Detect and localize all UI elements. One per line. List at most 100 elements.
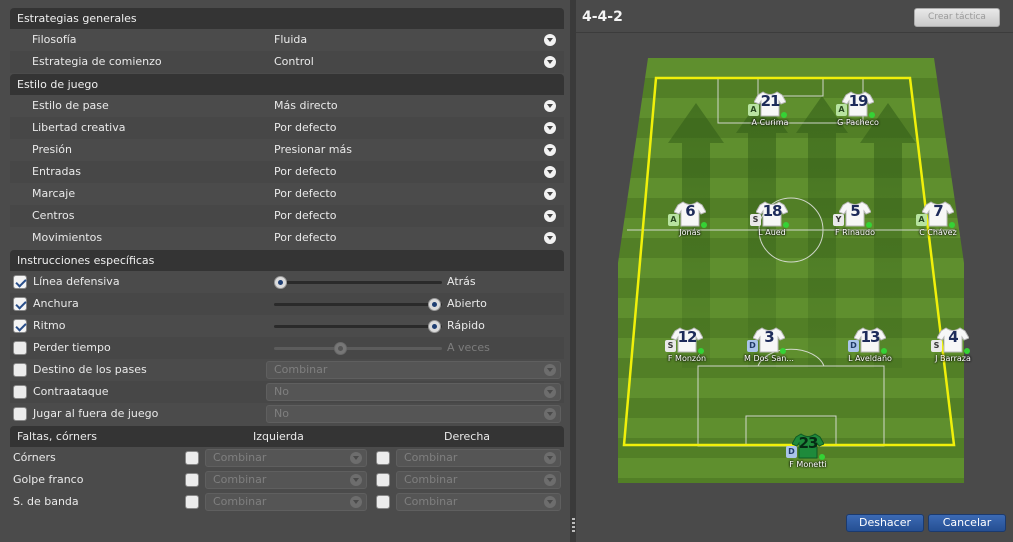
throw-in-right-checkbox[interactable] xyxy=(376,495,390,509)
tackling-value[interactable]: Por defecto xyxy=(274,161,336,183)
pass-style-row[interactable]: Estilo de pase Más directo xyxy=(10,95,564,117)
role-badge: Y xyxy=(833,214,844,226)
player-marker[interactable]: 4SJ Barraza xyxy=(923,327,983,373)
defensive-line-checkbox[interactable] xyxy=(13,275,27,289)
role-badge: S xyxy=(665,340,676,352)
player-marker[interactable]: 19 A G Pacheco xyxy=(828,91,888,137)
player-name: F Monzón xyxy=(667,354,707,363)
player-marker[interactable]: 3DM Dos San... xyxy=(739,327,799,373)
chevron-down-icon xyxy=(350,496,362,508)
movement-value[interactable]: Por defecto xyxy=(274,227,336,249)
corners-right-value: Combinar xyxy=(404,451,458,464)
throw-in-label: S. de banda xyxy=(13,495,79,508)
corners-right-checkbox[interactable] xyxy=(376,451,390,465)
player-marker[interactable]: 12 S F Monzón xyxy=(657,327,717,373)
pass-style-value[interactable]: Más directo xyxy=(274,95,338,117)
slider-knob[interactable] xyxy=(274,276,287,289)
player-name: Jonás xyxy=(679,228,701,237)
width-row: Anchura Abierto xyxy=(10,293,564,315)
start-strategy-value[interactable]: Control xyxy=(274,51,314,73)
formation-panel: 4-4-2 Crear táctica 21 A A Curima 19 A G… xyxy=(576,0,1013,542)
play-style-header: Estilo de juego xyxy=(10,74,564,95)
marking-value[interactable]: Por defecto xyxy=(274,183,336,205)
pressing-row[interactable]: Presión Presionar más xyxy=(10,139,564,161)
player-name: J Barraza xyxy=(935,354,971,363)
creative-freedom-label: Libertad creativa xyxy=(32,121,126,134)
tempo-row: Ritmo Rápido xyxy=(10,315,564,337)
chevron-down-icon xyxy=(544,386,556,398)
role-badge: D xyxy=(747,340,758,352)
tempo-slider[interactable] xyxy=(274,320,442,333)
header-divider xyxy=(576,32,1013,33)
player-marker[interactable]: 6 A Jonás xyxy=(660,201,720,247)
philosophy-row[interactable]: Filosofía Fluida xyxy=(10,29,564,51)
cancel-button[interactable]: Cancelar xyxy=(928,514,1006,532)
start-strategy-row[interactable]: Estrategia de comienzo Control xyxy=(10,51,564,73)
corners-left-select: Combinar xyxy=(205,449,367,467)
marking-row[interactable]: Marcaje Por defecto xyxy=(10,183,564,205)
marking-label: Marcaje xyxy=(32,187,76,200)
free-kick-left-checkbox[interactable] xyxy=(185,473,199,487)
width-checkbox[interactable] xyxy=(13,297,27,311)
time-waste-slider xyxy=(274,342,442,355)
chevron-down-icon xyxy=(544,474,556,486)
player-name: M Dos San... xyxy=(744,354,794,363)
counter-attack-checkbox[interactable] xyxy=(13,385,27,399)
chevron-down-icon[interactable] xyxy=(544,100,556,112)
player-marker[interactable]: 21 A A Curima xyxy=(740,91,800,137)
chevron-down-icon[interactable] xyxy=(544,122,556,134)
creative-freedom-value[interactable]: Por defecto xyxy=(274,117,336,139)
role-badge: D xyxy=(786,446,797,458)
chevron-down-icon xyxy=(544,364,556,376)
free-kick-row: Golpe franco Combinar Combinar xyxy=(10,469,564,491)
chevron-down-icon xyxy=(544,452,556,464)
creative-freedom-row[interactable]: Libertad creativa Por defecto xyxy=(10,117,564,139)
player-marker[interactable]: 18 S L Aued xyxy=(742,201,802,247)
pass-target-checkbox[interactable] xyxy=(13,363,27,377)
width-slider[interactable] xyxy=(274,298,442,311)
tackling-row[interactable]: Entradas Por defecto xyxy=(10,161,564,183)
player-marker[interactable]: 5YF Rinaudo xyxy=(825,201,885,247)
tempo-checkbox[interactable] xyxy=(13,319,27,333)
defensive-line-row: Línea defensiva Atrás xyxy=(10,271,564,293)
player-marker[interactable]: 7AC Chávez xyxy=(908,201,968,247)
slider-knob[interactable] xyxy=(428,320,441,333)
movement-row[interactable]: Movimientos Por defecto xyxy=(10,227,564,249)
defensive-line-label: Línea defensiva xyxy=(33,275,120,288)
throw-in-left-checkbox[interactable] xyxy=(185,495,199,509)
create-tactic-button[interactable]: Crear táctica xyxy=(914,8,1000,27)
philosophy-value[interactable]: Fluida xyxy=(274,29,307,51)
chevron-down-icon[interactable] xyxy=(544,188,556,200)
defensive-line-slider[interactable] xyxy=(274,276,442,289)
time-waste-checkbox[interactable] xyxy=(13,341,27,355)
chevron-down-icon[interactable] xyxy=(544,56,556,68)
pass-style-label: Estilo de pase xyxy=(32,99,109,112)
resize-grip-icon[interactable] xyxy=(572,518,575,534)
chevron-down-icon[interactable] xyxy=(544,166,556,178)
time-waste-row: Perder tiempo A veces xyxy=(10,337,564,359)
crossing-row[interactable]: Centros Por defecto xyxy=(10,205,564,227)
throw-in-left-select: Combinar xyxy=(205,493,367,511)
slider-knob[interactable] xyxy=(428,298,441,311)
role-badge: A xyxy=(668,214,679,226)
chevron-down-icon[interactable] xyxy=(544,34,556,46)
chevron-down-icon[interactable] xyxy=(544,232,556,244)
player-marker[interactable]: 23 D F Monetti xyxy=(778,433,838,479)
undo-button[interactable]: Deshacer xyxy=(846,514,924,532)
pressing-value[interactable]: Presionar más xyxy=(274,139,352,161)
free-kick-right-checkbox[interactable] xyxy=(376,473,390,487)
width-label: Anchura xyxy=(33,297,79,310)
counter-attack-select: No xyxy=(266,383,561,401)
corners-left-checkbox[interactable] xyxy=(185,451,199,465)
chevron-down-icon xyxy=(544,408,556,420)
corners-left-value: Combinar xyxy=(213,451,267,464)
pressing-label: Presión xyxy=(32,143,72,156)
player-marker[interactable]: 13 D L Aveldaño xyxy=(840,327,900,373)
chevron-down-icon[interactable] xyxy=(544,210,556,222)
chevron-down-icon xyxy=(350,452,362,464)
offside-label: Jugar al fuera de juego xyxy=(33,407,159,420)
chevron-down-icon[interactable] xyxy=(544,144,556,156)
offside-checkbox[interactable] xyxy=(13,407,27,421)
crossing-label: Centros xyxy=(32,209,75,222)
crossing-value[interactable]: Por defecto xyxy=(274,205,336,227)
